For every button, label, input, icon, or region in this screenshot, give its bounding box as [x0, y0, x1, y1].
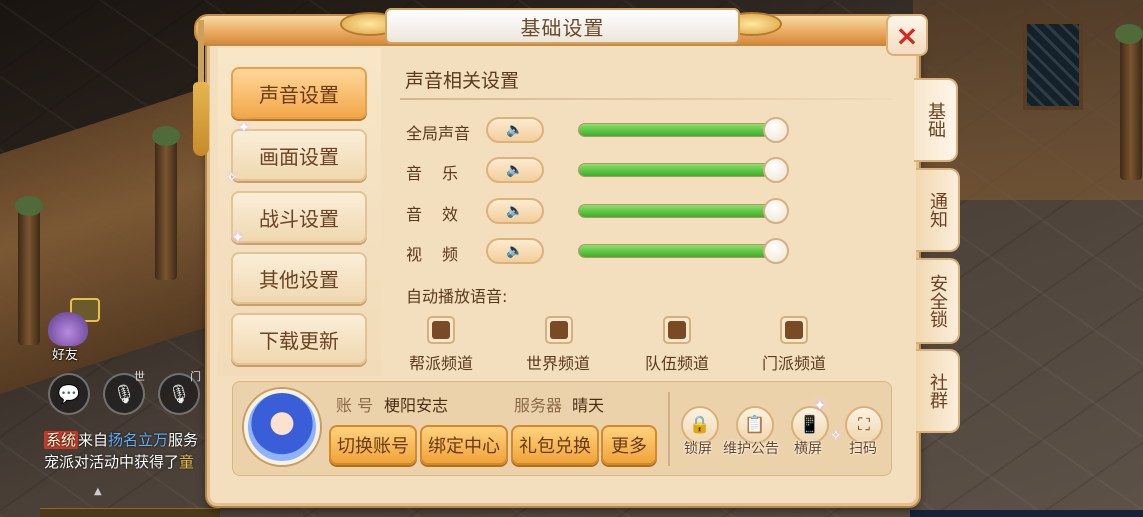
railing-post [155, 140, 177, 280]
scan-icon: ⛶ [858, 415, 870, 435]
sparkle-effect: ✦ [814, 398, 826, 414]
volume-fill [579, 164, 769, 176]
volume-slider-global[interactable] [578, 123, 786, 137]
rotate-screen-icon: 📱 [799, 415, 821, 435]
checkbox-sect-channel[interactable] [780, 316, 808, 344]
scan-code-label: 扫码 [849, 441, 877, 457]
tassel-ornament [193, 82, 209, 156]
account-key: 账 号 [336, 396, 374, 415]
sparkle-effect: ✦ [232, 230, 244, 246]
slider-knob-music[interactable] [763, 157, 789, 183]
checkbox-mark [785, 321, 803, 339]
lock-screen-label: 锁屏 [684, 441, 712, 457]
chat-line-2[interactable]: 宠派对活动中获得了童 [44, 451, 210, 472]
landscape-label: 横屏 [794, 441, 822, 457]
section-divider [400, 98, 892, 100]
speaker-icon: 🔈 [506, 122, 524, 138]
lock-icon: 🔒 [689, 415, 711, 435]
binding-center-button[interactable]: 绑定中心 [420, 425, 508, 465]
mute-button-global[interactable]: 🔈 [486, 117, 544, 143]
mute-button-effects[interactable]: 🔈 [486, 198, 544, 224]
row-label-music: 音乐 [406, 164, 479, 183]
dialog-title: 基础设置 [385, 8, 740, 44]
close-button[interactable]: × [886, 14, 928, 56]
label-sect-channel: 门派频道 [762, 354, 827, 373]
row-label-global: 全局声音 [406, 124, 471, 143]
label-guild-channel: 帮派频道 [409, 354, 474, 373]
lattice-window [1023, 20, 1083, 110]
chat-player-name[interactable]: 扬名立万 [108, 431, 168, 449]
volume-fill [579, 205, 769, 217]
volume-slider-effects[interactable] [578, 204, 786, 218]
switch-account-button[interactable]: 切换账号 [329, 425, 417, 465]
footer-divider [668, 392, 670, 466]
auto-voice-label: 自动播放语音: [406, 287, 508, 306]
volume-slider-video[interactable] [578, 244, 786, 258]
speaker-icon: 🔈 [506, 162, 524, 178]
railing-post [1120, 30, 1142, 180]
checkbox-team-channel[interactable] [663, 316, 691, 344]
label-team-channel: 队伍频道 [645, 354, 710, 373]
server-value: 晴天 [572, 396, 605, 415]
chat-text: 服务 [168, 431, 199, 449]
tab-community[interactable]: 社群 [916, 349, 960, 433]
label-world-channel: 世界频道 [526, 354, 591, 373]
tab-basic[interactable]: 基础 [914, 78, 958, 162]
chat-bubble-icon[interactable]: 💬 [48, 373, 90, 415]
mute-button-music[interactable]: 🔈 [486, 157, 544, 183]
nav-display-settings[interactable]: 画面设置 [231, 129, 367, 181]
speaker-icon: 🔈 [506, 203, 524, 219]
checkbox-mark [668, 321, 686, 339]
sparkle-effect: ✦ [238, 120, 250, 136]
server-key: 服务器 [514, 396, 563, 415]
notice-board-icon: 📋 [744, 415, 766, 435]
account-value: 梗阳安志 [384, 396, 449, 415]
more-button[interactable]: 更多 [601, 425, 657, 465]
world-voice-tag: 世 [134, 370, 145, 383]
checkbox-mark [550, 321, 568, 339]
checkbox-guild-channel[interactable] [427, 316, 455, 344]
railing-post-cap [1115, 24, 1143, 44]
nav-other-settings[interactable]: 其他设置 [231, 252, 367, 304]
bottom-hud-bar [40, 508, 220, 517]
chat-item-name[interactable]: 童 [179, 453, 194, 471]
sparkle-effect: ✧ [226, 170, 238, 186]
close-icon: × [895, 18, 919, 52]
railing-post [18, 205, 40, 345]
player-avatar[interactable] [244, 389, 320, 465]
volume-fill [579, 124, 769, 136]
railing-post-cap [15, 196, 43, 216]
chat-text: 宠派对活动中获得了 [44, 453, 180, 471]
checkbox-mark [432, 321, 450, 339]
slider-knob-effects[interactable] [763, 198, 789, 224]
railing-post-cap [152, 126, 180, 146]
volume-fill [579, 245, 769, 257]
chat-expand-icon[interactable]: ▲ [94, 486, 102, 497]
tassel-rod [198, 20, 204, 90]
gift-redeem-button[interactable]: 礼包兑换 [511, 425, 599, 465]
tab-security-lock[interactable]: 安全锁 [916, 258, 960, 344]
sparkle-effect: ✧ [830, 428, 842, 444]
nav-sound-settings[interactable]: 声音设置 [231, 67, 367, 119]
chat-text: 来自 [78, 431, 109, 449]
slider-knob-global[interactable] [763, 117, 789, 143]
section-title: 声音相关设置 [405, 70, 520, 92]
friend-icon[interactable] [48, 312, 88, 346]
friend-label: 好友 [52, 348, 79, 363]
slider-knob-video[interactable] [763, 238, 789, 264]
speaker-icon: 🔈 [506, 243, 524, 259]
volume-slider-music[interactable] [578, 163, 786, 177]
chat-line-1[interactable]: 系统 来自扬名立万服务 [44, 429, 210, 450]
team-voice-tag: 门 [190, 370, 201, 383]
checkbox-world-channel[interactable] [545, 316, 573, 344]
maintenance-notice-label: 维护公告 [723, 441, 779, 457]
row-label-effects: 音效 [406, 205, 479, 224]
mute-button-video[interactable]: 🔈 [486, 238, 544, 264]
bottom-hud-bar-right [910, 510, 1143, 517]
row-label-video: 视频 [406, 245, 479, 264]
system-tag: 系统 [44, 431, 79, 449]
nav-download-update[interactable]: 下载更新 [231, 313, 367, 365]
nav-battle-settings[interactable]: 战斗设置 [231, 191, 367, 243]
tab-notify[interactable]: 通知 [916, 168, 960, 252]
